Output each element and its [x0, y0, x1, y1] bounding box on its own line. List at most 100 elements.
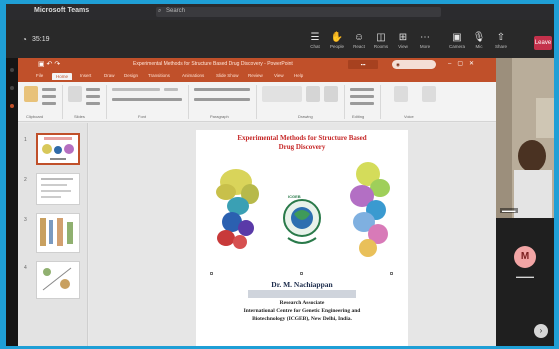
chat-icon: ☰ — [310, 32, 320, 43]
thumbnail-art — [42, 137, 74, 160]
participant-name-tag: ▬▬▬ — [500, 208, 518, 213]
author-affiliation-line1[interactable]: International Centre for Genetic Enginee… — [196, 308, 408, 314]
grid-icon: ⊞ — [398, 32, 408, 43]
arrange-icon[interactable] — [306, 86, 320, 102]
search-input[interactable]: ⌕ Search — [156, 7, 441, 17]
shared-powerpoint-window: ▣ ↶ ↷ Experimental Methods for Structure… — [18, 58, 496, 346]
slide-thumbnail[interactable] — [36, 173, 80, 205]
tab-insert[interactable]: Insert — [80, 73, 91, 78]
raise-hand-button[interactable]: ✋ People — [326, 32, 348, 56]
microphone-icon: 🎙 — [472, 32, 486, 43]
group-label: Slides — [74, 114, 85, 119]
author-name[interactable]: Dr. M. Nachiappan — [196, 280, 408, 289]
tab-help[interactable]: Help — [294, 73, 303, 78]
ppt-search-pill[interactable]: ◉ — [392, 60, 436, 69]
search-icon: ⌕ — [158, 8, 162, 14]
resize-handle[interactable] — [390, 272, 393, 275]
ppt-account-button[interactable]: ▪▪▪ — [348, 60, 378, 69]
group-label: Drawing — [298, 114, 313, 119]
ppt-ribbon-tabs: File Home Insert Draw Design Transitions… — [18, 72, 496, 82]
divider — [106, 85, 107, 119]
share-button[interactable]: ⇧ Share — [490, 32, 512, 56]
designer-icon[interactable] — [422, 86, 436, 102]
paste-icon[interactable] — [24, 86, 38, 102]
slide-thumbnails: 1 2 3 4 — [18, 123, 88, 346]
replace-button[interactable] — [350, 95, 374, 98]
tab-transitions[interactable]: Transitions — [148, 73, 170, 78]
group-label: Paragraph — [210, 114, 229, 119]
author-affiliation-line2[interactable]: Biotechnology (ICGEB), New Delhi, India. — [196, 316, 408, 322]
thumbnail-art — [41, 178, 73, 198]
slide-thumbnail[interactable] — [36, 133, 80, 165]
group-label: Editing — [352, 114, 365, 119]
font-name-select[interactable] — [112, 88, 160, 91]
tab-file[interactable]: File — [36, 73, 43, 78]
new-slide-icon[interactable] — [68, 86, 82, 102]
thumbnail-art — [42, 267, 72, 291]
protein-structures-image[interactable] — [196, 130, 408, 280]
window-controls[interactable]: –▢✕ — [448, 60, 480, 67]
author-role[interactable]: Research Associate — [196, 300, 408, 306]
tab-draw[interactable]: Draw — [104, 73, 115, 78]
divider — [256, 85, 257, 119]
rooms-button[interactable]: ◫ Rooms — [370, 32, 392, 56]
slide-canvas[interactable]: Experimental Methods for Structure Based… — [196, 130, 408, 346]
app-name: Microsoft Teams — [34, 7, 90, 14]
divider — [380, 85, 381, 119]
rail-item[interactable] — [10, 86, 14, 90]
camera-icon: ▣ — [452, 32, 462, 43]
layout-button[interactable] — [86, 88, 100, 91]
teams-window: Microsoft Teams ⌕ Search ◔ 35:19 ☰ Chat … — [6, 4, 554, 346]
more-button[interactable]: ⋯ More — [414, 32, 436, 56]
chat-button[interactable]: ☰ Chat — [304, 32, 326, 56]
tab-home[interactable]: Home — [52, 73, 73, 80]
find-button[interactable] — [350, 88, 374, 91]
rail-item[interactable] — [10, 68, 14, 72]
shapes-gallery[interactable] — [262, 86, 302, 102]
participant-avatar[interactable]: M — [514, 246, 536, 268]
ppt-title-bar: ▣ ↶ ↷ Experimental Methods for Structure… — [18, 58, 496, 72]
rooms-icon: ◫ — [376, 32, 386, 43]
cut-button[interactable] — [42, 88, 56, 91]
resize-handle[interactable] — [300, 272, 303, 275]
align-buttons[interactable] — [194, 98, 250, 101]
tab-design[interactable]: Design — [124, 73, 138, 78]
rail-item[interactable] — [10, 104, 14, 108]
camera-button[interactable]: ▣ Camera — [446, 32, 468, 56]
format-painter-button[interactable] — [42, 102, 56, 105]
meeting-toolbar: ◔ 35:19 ☰ Chat ✋ People ☺ React ◫ Rooms … — [6, 20, 554, 58]
person-silhouette — [496, 58, 554, 218]
divider — [344, 85, 345, 119]
copy-button[interactable] — [42, 95, 56, 98]
reset-button[interactable] — [86, 95, 100, 98]
dictate-icon[interactable] — [394, 86, 408, 102]
group-label: Font — [138, 114, 147, 119]
section-button[interactable] — [86, 102, 100, 105]
search-placeholder: Search — [166, 8, 186, 14]
leave-button[interactable]: Leave — [534, 36, 552, 50]
thumbnail-art — [40, 218, 73, 246]
view-button[interactable]: ⊞ View — [392, 32, 414, 56]
participant-video[interactable]: ▬▬▬ — [496, 58, 554, 218]
font-size-select[interactable] — [164, 88, 178, 91]
divider — [188, 85, 189, 119]
tab-view[interactable]: View — [274, 73, 284, 78]
tab-review[interactable]: Review — [248, 73, 263, 78]
participants-panel: ▬▬▬ M ▬▬▬▬ › — [496, 58, 554, 346]
tab-slide-show[interactable]: Slide Show — [216, 73, 239, 78]
font-format-buttons[interactable] — [112, 98, 182, 101]
tab-animations[interactable]: Animations — [182, 73, 204, 78]
resize-handle[interactable] — [210, 272, 213, 275]
select-button[interactable] — [350, 102, 374, 105]
shield-icon: ◔ — [22, 35, 27, 44]
quick-styles-icon[interactable] — [324, 86, 338, 102]
mic-button[interactable]: 🎙 Mic — [468, 32, 490, 56]
slide-thumbnail[interactable] — [36, 213, 80, 253]
hand-icon: ✋ — [330, 32, 344, 43]
slide-thumbnail[interactable] — [36, 261, 80, 299]
more-participants-button[interactable]: › — [534, 324, 548, 338]
group-label: Clipboard — [26, 114, 44, 119]
react-button[interactable]: ☺ React — [348, 32, 370, 56]
list-buttons[interactable] — [194, 88, 250, 91]
quick-access-icons[interactable]: ▣ ↶ ↷ — [38, 60, 60, 68]
